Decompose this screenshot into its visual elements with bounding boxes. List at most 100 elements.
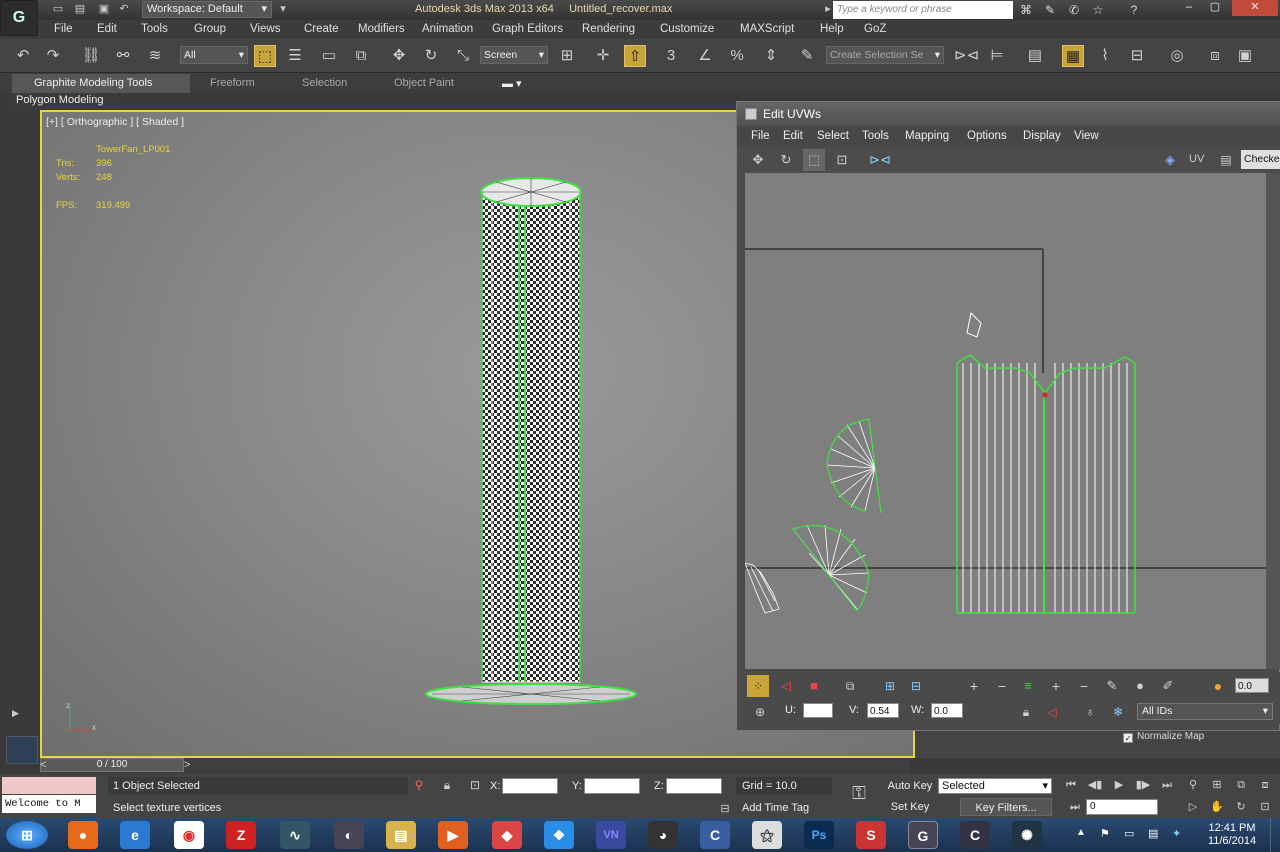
uv-grid-icon[interactable]: ▤ xyxy=(1215,149,1237,171)
play-small-icon[interactable]: ▶ xyxy=(12,708,19,719)
save-icon[interactable]: ▣ xyxy=(96,2,112,17)
binoculars-icon[interactable]: ⌘ xyxy=(1016,1,1036,19)
uv-window-title[interactable]: Edit UVWs xyxy=(737,102,1280,126)
menu-help[interactable]: Help xyxy=(820,23,844,35)
uv-menu-display[interactable]: Display xyxy=(1023,130,1061,142)
polygon-modeling-panel[interactable]: Polygon Modeling xyxy=(10,93,118,109)
firefox-icon[interactable]: ● xyxy=(68,821,98,849)
pivot-center-icon[interactable]: ⊞ xyxy=(556,45,578,67)
uv-rotate-icon[interactable]: ↻ xyxy=(775,149,797,171)
y-input[interactable] xyxy=(584,778,640,794)
tray-icon-b[interactable]: ✦ xyxy=(1172,827,1181,840)
help-icon[interactable]: ? xyxy=(1124,1,1144,19)
timeline-next-icon[interactable]: > xyxy=(184,759,190,771)
menu-group[interactable]: Group xyxy=(194,23,226,35)
filezilla-icon[interactable]: Z xyxy=(226,821,256,849)
uv-editor-canvas[interactable] xyxy=(744,173,1266,669)
show-desktop-button[interactable] xyxy=(1270,818,1280,852)
uv-ids-dropdown[interactable]: All IDs ▾ xyxy=(1137,703,1273,720)
angle-snap-icon[interactable]: ∠ xyxy=(694,45,716,67)
menu-edit[interactable]: Edit xyxy=(97,23,117,35)
rendered-frame-icon[interactable]: ▣ xyxy=(1234,45,1256,67)
file-explorer-icon[interactable]: ▤ xyxy=(386,821,416,849)
mirror-icon[interactable]: ⊳⊲ xyxy=(954,45,979,67)
redo-icon[interactable]: ↷ xyxy=(42,45,64,67)
graphite-toggle-icon[interactable]: ▦ xyxy=(1062,45,1084,67)
u-input[interactable] xyxy=(803,703,833,718)
menu-file[interactable]: File xyxy=(54,23,73,35)
menu-create[interactable]: Create xyxy=(304,23,339,35)
field-of-view-icon[interactable]: ▷ xyxy=(1182,796,1204,818)
internet-explorer-icon[interactable]: e xyxy=(120,821,150,849)
uv-scale-icon[interactable]: ⬚ xyxy=(803,149,825,171)
favorites-icon[interactable]: ☆ xyxy=(1088,1,1108,19)
menu-animation[interactable]: Animation xyxy=(422,23,473,35)
align-icon[interactable]: ⊨ xyxy=(986,45,1008,67)
material-editor-icon[interactable]: ◎ xyxy=(1166,45,1188,67)
tray-flag-icon[interactable]: ⚑ xyxy=(1100,827,1110,840)
keyboard-shortcut-override-icon[interactable]: ⇧ xyxy=(624,45,646,67)
zoom-all-icon[interactable]: ⊞ xyxy=(1206,774,1228,796)
uv-shells[interactable] xyxy=(744,173,1266,669)
app-icon-6[interactable]: ◐ xyxy=(334,821,364,849)
open-file-icon[interactable]: ▤ xyxy=(72,2,88,17)
pan-icon[interactable]: ✋ xyxy=(1206,796,1228,818)
app-icon-9[interactable]: ◆ xyxy=(492,821,522,849)
window-crossing-icon[interactable]: ⧉ xyxy=(350,45,372,67)
app-icon-19[interactable]: ✺ xyxy=(1012,821,1042,849)
uv-face-mode-icon[interactable]: ■ xyxy=(803,675,825,697)
uv-right-panel[interactable] xyxy=(1266,173,1280,669)
unlink-icon[interactable]: ⚯ xyxy=(112,45,134,67)
maxscript-listener-line[interactable] xyxy=(2,777,96,794)
uv-hide-icon[interactable]: ◁ xyxy=(1041,701,1063,723)
search-input[interactable]: Type a keyword or phrase xyxy=(833,1,1013,19)
z-input[interactable] xyxy=(666,778,722,794)
uv-mirror-icon[interactable]: ⊳⊲ xyxy=(869,149,891,171)
select-manipulate-icon[interactable]: ✛ xyxy=(592,45,614,67)
close-button[interactable]: ✕ xyxy=(1232,0,1278,16)
uv-menu-view[interactable]: View xyxy=(1074,130,1099,142)
uv-paint-select-icon[interactable]: ✎ xyxy=(1101,675,1123,697)
uv-vertex-mode-icon[interactable]: ⁘ xyxy=(747,675,769,697)
app-icon-12[interactable]: ◕ xyxy=(648,821,678,849)
uv-select-shrink-icon[interactable]: ⊟ xyxy=(905,675,927,697)
x-input[interactable] xyxy=(502,778,558,794)
app-icon-5[interactable]: ∿ xyxy=(280,821,310,849)
named-selection-sets-dropdown[interactable]: Create Selection Se ▾ xyxy=(826,46,944,64)
add-time-tag-button[interactable]: Add Time Tag xyxy=(736,799,832,817)
timeline-prev-icon[interactable]: < xyxy=(40,759,46,771)
absolute-mode-icon[interactable]: ⊡ xyxy=(464,774,486,796)
tab-freeform[interactable]: Freeform xyxy=(210,77,255,89)
taskbar-clock[interactable]: 12:41 PM 11/6/2014 xyxy=(1200,822,1264,848)
app-icon-16[interactable]: S xyxy=(856,821,886,849)
uv-loop-grow-icon[interactable]: + xyxy=(1045,675,1067,697)
app-icon-13[interactable]: C xyxy=(700,821,730,849)
dropdown-arrow-icon[interactable]: ▾ xyxy=(275,2,291,17)
v-input[interactable]: 0.54 xyxy=(867,703,899,718)
selection-lock-icon[interactable]: 🔒︎ xyxy=(436,774,458,796)
tray-expand-icon[interactable]: ▲ xyxy=(1076,827,1086,838)
uv-brush-edit-icon[interactable]: ✐ xyxy=(1157,675,1179,697)
uv-soft-select-icon[interactable]: ● xyxy=(1207,675,1229,697)
dropbox-icon[interactable]: ❖ xyxy=(544,821,574,849)
scale-icon[interactable]: ⤡ xyxy=(452,45,474,67)
uv-menu-mapping[interactable]: Mapping xyxy=(905,130,949,142)
link-icon[interactable]: ⛓ xyxy=(80,45,102,67)
app-icon-18[interactable]: C xyxy=(960,821,990,849)
rotate-icon[interactable]: ↻ xyxy=(420,45,442,67)
tower-fan-mesh[interactable] xyxy=(422,152,642,712)
play-icon[interactable]: ▶ xyxy=(1108,774,1130,796)
key-icon[interactable]: ⚿ xyxy=(848,782,870,804)
subscription-icon[interactable]: ✎ xyxy=(1040,1,1060,19)
curve-editor-icon[interactable]: ⌇ xyxy=(1094,45,1116,67)
layer-manager-icon[interactable]: ▤ xyxy=(1024,45,1046,67)
uv-filter-icon[interactable]: ♁ xyxy=(1079,701,1101,723)
time-slider[interactable]: 0 / 100 xyxy=(40,758,184,772)
menu-customize[interactable]: Customize xyxy=(660,23,714,35)
app-icon-11[interactable]: VN xyxy=(596,821,626,849)
uv-coord-label[interactable]: UV xyxy=(1189,153,1204,165)
app-logo-icon[interactable]: G xyxy=(0,0,38,36)
tab-selection[interactable]: Selection xyxy=(302,77,347,89)
uv-loop-icon[interactable]: ≡ xyxy=(1017,675,1039,697)
select-object-icon[interactable]: ⬚ xyxy=(254,45,276,67)
